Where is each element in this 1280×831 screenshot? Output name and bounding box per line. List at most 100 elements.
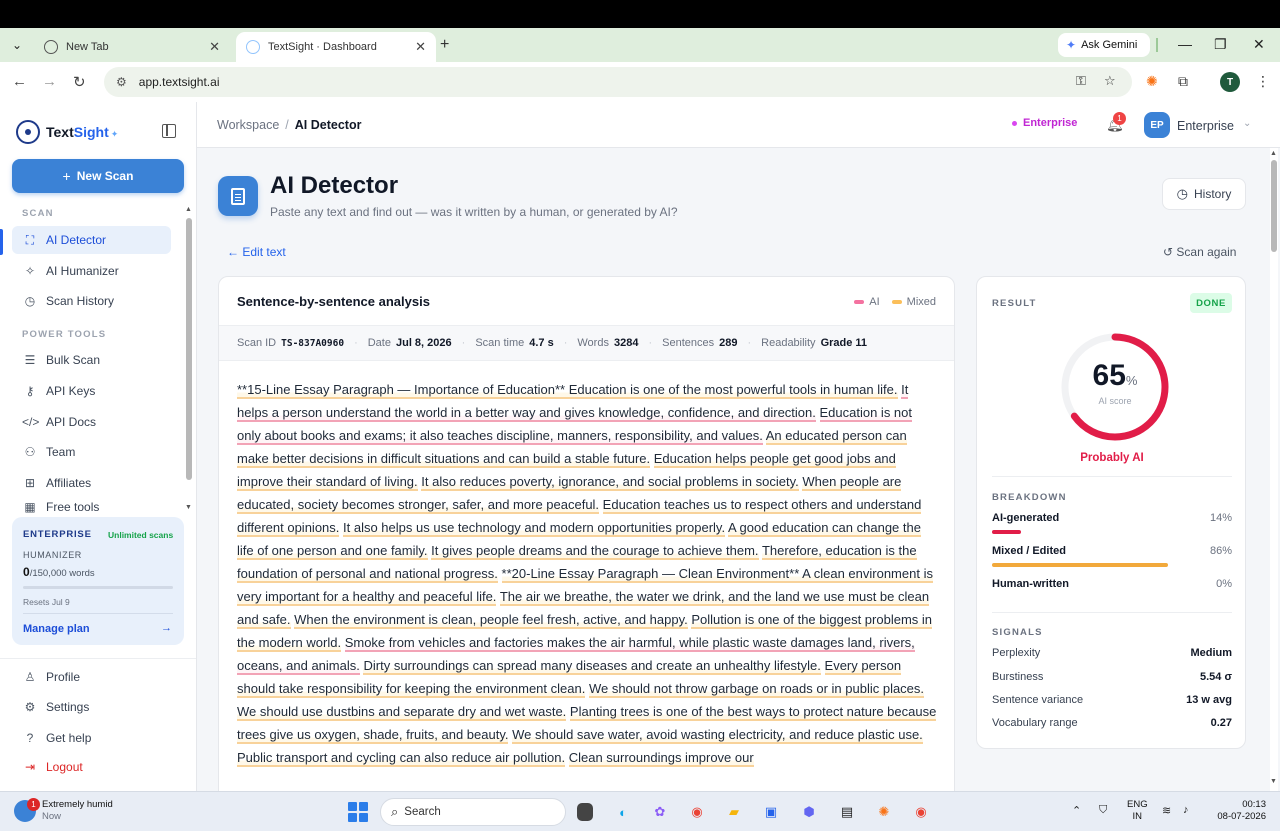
user-icon: ♙ — [24, 670, 36, 684]
reload-icon[interactable]: ↻ — [73, 73, 86, 91]
sentence[interactable]: **15-Line Essay Paragraph — Importance o… — [237, 382, 898, 399]
sidebar-item-bulk-scan[interactable]: ☰ Bulk Scan — [12, 346, 171, 374]
sidebar-item-label: AI Detector — [46, 233, 107, 247]
close-tab-icon[interactable]: ✕ — [209, 39, 220, 55]
sidebar-item-get-help[interactable]: ? Get help — [12, 724, 171, 752]
close-window-icon[interactable]: ✕ — [1253, 36, 1265, 53]
bookmark-star-icon[interactable]: ☆ — [1104, 73, 1116, 89]
sentence[interactable]: We should not throw garbage on roads or … — [588, 681, 925, 698]
grid-icon: ▦ — [24, 500, 36, 514]
sidebar-collapse-icon[interactable] — [162, 124, 176, 138]
close-tab-icon[interactable]: ✕ — [415, 39, 426, 55]
scrollbar-thumb[interactable] — [1271, 160, 1277, 252]
sidebar-item-ai-detector[interactable]: ⛶ AI Detector — [12, 226, 171, 254]
sentence[interactable]: Clean surroundings improve our — [568, 750, 754, 767]
ask-gemini-button[interactable]: ✦ Ask Gemini — [1058, 33, 1150, 57]
sidebar-scrollbar[interactable]: ▲ ▼ — [185, 206, 192, 512]
sentence[interactable]: We should save water, avoid wasting elec… — [512, 727, 923, 744]
edge-icon[interactable]: ◐ — [612, 801, 634, 823]
sidebar-item-ai-humanizer[interactable]: ✧ AI Humanizer — [12, 257, 171, 285]
sun-app-icon[interactable]: ✺ — [873, 801, 895, 823]
tab-search-chevron-icon[interactable]: ⌄ — [6, 34, 28, 56]
url-bar[interactable]: ⚙ app.textsight.ai ⚿ ☆ — [104, 67, 1132, 97]
browser-menu-icon[interactable]: ⋮ — [1256, 73, 1270, 90]
scroll-up-icon[interactable]: ▲ — [1270, 150, 1277, 157]
users-icon: ⚇ — [24, 445, 36, 459]
extension-sun-icon[interactable]: ✺ — [1146, 73, 1158, 90]
edit-text-link[interactable]: ← Edit text — [227, 245, 286, 259]
manage-plan-link[interactable]: Manage plan — [23, 623, 90, 635]
chevron-up-icon[interactable]: ⌃ — [1072, 804, 1081, 817]
sidebar-item-logout[interactable]: ⇥ Logout — [12, 753, 171, 781]
forward-icon[interactable]: → — [42, 73, 57, 90]
chevron-down-icon[interactable]: ⌄ — [1243, 118, 1251, 129]
sidebar-item-settings[interactable]: ⚙ Settings — [12, 693, 171, 721]
network-shield-icon[interactable]: ⛉ — [1099, 804, 1107, 817]
back-icon[interactable]: ← — [12, 73, 27, 90]
sentence[interactable]: It also reduces poverty, ignorance, and … — [421, 474, 799, 491]
sentence[interactable]: Public transport and cycling can also re… — [237, 750, 566, 767]
legend-mixed: Mixed — [891, 296, 936, 308]
tab-textsight-dashboard[interactable]: TextSight · Dashboard ✕ — [236, 32, 436, 62]
meta-date: Date Jul 8, 2026 — [367, 337, 452, 349]
tab-new-tab[interactable]: New Tab ✕ — [34, 32, 230, 62]
sidebar-item-affiliates[interactable]: ⊞ Affiliates — [12, 469, 171, 497]
signals-label: SIGNALS — [992, 627, 1043, 638]
app-header: Workspace / AI Detector Enterprise 🔔︎ 1 EP… — [197, 102, 1280, 148]
windows-start-icon[interactable] — [348, 802, 368, 822]
minimize-icon[interactable]: — — [1178, 36, 1192, 52]
language-indicator[interactable]: ENG IN — [1127, 799, 1148, 823]
system-clock[interactable]: 00:13 08-07-2026 — [1212, 799, 1266, 823]
copilot-icon[interactable]: ✿ — [649, 801, 671, 823]
sentence[interactable]: It also helps us use technology and mode… — [343, 520, 726, 537]
chrome-profile-icon[interactable]: ◉ — [910, 801, 932, 823]
avatar[interactable]: EP — [1144, 112, 1170, 138]
scroll-down-icon[interactable]: ▼ — [1270, 778, 1277, 785]
sidebar-item-scan-history[interactable]: ◷ Scan History — [12, 287, 171, 315]
sentence[interactable]: Dirty surroundings can spread many disea… — [363, 658, 821, 675]
sidebar-item-team[interactable]: ⚇ Team — [12, 438, 171, 466]
scrollbar-thumb[interactable] — [186, 218, 192, 480]
address-bar-row: ← → ↻ ⚙ app.textsight.ai ⚿ ☆ ✺ ⧉ T ⋮ — [0, 62, 1280, 102]
taskbar-search[interactable]: ⌕ Search — [380, 798, 566, 826]
terminal-icon[interactable]: ▤ — [836, 801, 858, 823]
weather-widget[interactable]: 1 Extremely humid Now — [14, 798, 113, 823]
sentence[interactable]: When the environment is clean, people fe… — [294, 612, 688, 629]
new-tab-button[interactable]: + — [440, 36, 449, 54]
restore-icon[interactable]: ❐ — [1214, 36, 1227, 53]
arrow-right-icon[interactable]: → — [161, 622, 172, 634]
file-explorer-icon[interactable]: ▰ — [723, 801, 745, 823]
app-icon[interactable]: ⬢ — [798, 801, 820, 823]
site-info-icon[interactable]: ⚙ — [116, 75, 127, 89]
sentence[interactable]: It gives people dreams and the courage t… — [431, 543, 759, 560]
windows-taskbar: 1 Extremely humid Now ⌕ Search ◐ ✿ ◉ ▰ ▣ … — [0, 791, 1280, 831]
browser-profile-avatar[interactable]: T — [1220, 72, 1240, 92]
new-scan-button[interactable]: + New Scan — [12, 159, 184, 193]
sidebar-item-api-docs[interactable]: </> API Docs — [12, 408, 171, 436]
brand-logo[interactable]: TextSight ✦ — [16, 120, 118, 144]
scroll-up-icon[interactable]: ▲ — [185, 206, 192, 213]
main-scrollbar[interactable]: ▲ ▼ — [1270, 148, 1278, 791]
signal-burstiness: Burstiness 5.54 σ — [992, 671, 1232, 683]
sidebar-item-api-keys[interactable]: ⚷ API Keys — [12, 377, 171, 405]
sentence[interactable]: We should use dustbins and separate dry … — [237, 704, 567, 721]
task-view-icon[interactable] — [577, 803, 593, 821]
sidebar-item-free-tools[interactable]: ▦ Free tools — [12, 500, 171, 516]
browser-tab-strip: ⌄ New Tab ✕ TextSight · Dashboard ✕ + ✦ … — [0, 28, 1280, 62]
wifi-icon[interactable]: ≋ — [1162, 804, 1171, 817]
sidebar-item-profile[interactable]: ♙ Profile — [12, 663, 171, 691]
scan-again-link[interactable]: ↺ Scan again — [1163, 245, 1236, 259]
extensions-puzzle-icon[interactable]: ⧉ — [1178, 73, 1188, 90]
breadcrumb-workspace[interactable]: Workspace — [217, 118, 279, 132]
sidebar-item-label: Bulk Scan — [46, 353, 101, 367]
account-name[interactable]: Enterprise — [1177, 119, 1234, 133]
chrome-icon[interactable]: ◉ — [686, 801, 708, 823]
plan-pill[interactable]: Enterprise — [1012, 117, 1077, 129]
password-key-icon[interactable]: ⚿ — [1076, 73, 1086, 89]
sidebar-item-label: Get help — [46, 731, 92, 745]
volume-icon[interactable]: ♪ — [1183, 804, 1189, 816]
scroll-down-icon[interactable]: ▼ — [185, 504, 192, 511]
store-icon[interactable]: ▣ — [760, 801, 782, 823]
history-button[interactable]: ◷ History — [1162, 178, 1246, 210]
analyzed-text: **15-Line Essay Paragraph — Importance o… — [237, 378, 937, 769]
